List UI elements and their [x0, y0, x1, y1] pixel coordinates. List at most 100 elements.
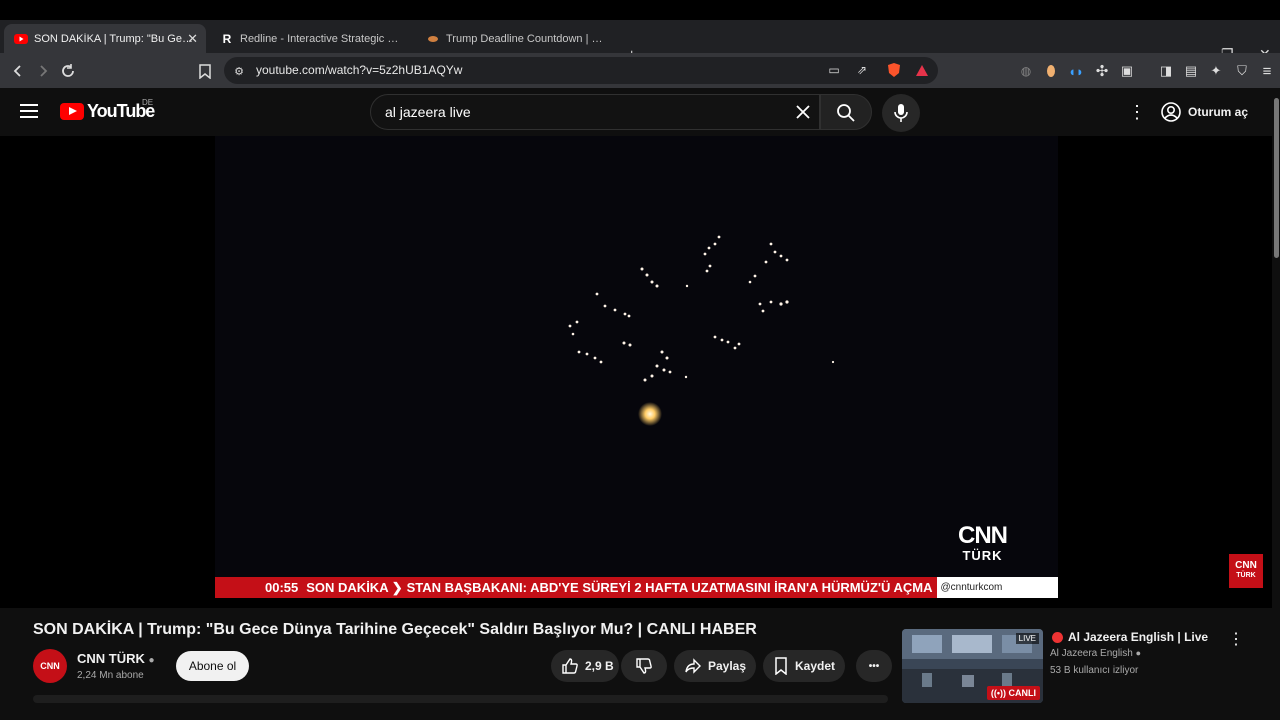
tab-youtube[interactable]: SON DAKİKA | Trump: "Bu Gece Dünya ✕	[4, 24, 206, 53]
channel-name[interactable]: CNN TÜRK ●	[77, 651, 155, 666]
share-page-icon[interactable]: ⇗	[852, 60, 872, 80]
watermark-bottom: TÜRK	[1236, 572, 1256, 579]
channel-avatar[interactable]: CNN	[33, 649, 67, 683]
browser-menu-icon[interactable]: ≡	[1257, 61, 1277, 81]
address-bar[interactable]: ⚙ youtube.com/watch?v=5z2hUB1AQYw ▭ ⇗	[224, 57, 938, 84]
recommended-channel-name: Al Jazeera English	[1050, 648, 1133, 659]
tab-title: Redline - Interactive Strategic Map	[240, 32, 400, 45]
cnn-logo-text: CNN	[958, 522, 1008, 549]
avatar-text: CNN	[40, 661, 60, 671]
search-input[interactable]: al jazeera live	[370, 94, 820, 130]
watermark-top: CNN	[1235, 560, 1257, 571]
settings-more-icon[interactable]: ⋮	[1128, 102, 1146, 123]
screen-top-bar	[0, 0, 1280, 20]
country-code: DE	[142, 98, 154, 107]
ticker-text: STAN BAŞBAKANI: ABD'YE SÜREYİ 2 HAFTA UZ…	[406, 580, 933, 595]
more-actions-icon: •••	[868, 660, 880, 672]
video-title: SON DAKİKA | Trump: "Bu Gece Dünya Tarih…	[33, 621, 757, 638]
turk-logo-text: TÜRK	[962, 548, 1003, 563]
live-indicator-icon	[1052, 632, 1063, 643]
extension-icon-3[interactable]: ◖◗	[1066, 61, 1086, 81]
ticker-time: 00:55	[215, 580, 307, 595]
youtube-logo[interactable]: YouTube DE	[60, 98, 155, 122]
canli-badge: ((•)) CANLI	[986, 686, 1040, 700]
live-badge: LIVE	[1015, 633, 1039, 644]
verified-icon: ●	[1135, 648, 1142, 658]
url-text: youtube.com/watch?v=5z2hUB1AQYw	[256, 63, 463, 77]
brave-shield-icon[interactable]	[884, 60, 904, 80]
vpn-icon[interactable]: ⛉	[1232, 61, 1252, 81]
sidebar-toggle-icon[interactable]: ◨	[1156, 61, 1176, 81]
close-tab-icon[interactable]: ✕	[187, 31, 198, 47]
bookmark-icon[interactable]	[195, 61, 215, 81]
browser-toolbar: ⚙ youtube.com/watch?v=5z2hUB1AQYw ▭ ⇗ ◍ …	[0, 53, 1280, 88]
ticker-handle: @cnnturkcom	[936, 577, 1058, 598]
browser-tab-strip: SON DAKİKA | Trump: "Bu Gece Dünya ✕ R R…	[0, 20, 1280, 64]
like-count: 2,9 B	[585, 659, 614, 673]
tab-title: Trump Deadline Countdown | CENTC	[446, 32, 606, 45]
countdown-icon	[426, 32, 440, 46]
back-icon[interactable]	[8, 61, 28, 81]
recommended-more-icon[interactable]: ⋮	[1228, 629, 1244, 649]
microphone-icon	[894, 104, 908, 122]
youtube-play-icon	[60, 103, 84, 120]
video-player[interactable]: CNN TÜRK 00:55 SON DAKİKA ❯ STAN BAŞBAKA…	[0, 136, 1272, 608]
more-actions-button[interactable]: •••	[856, 650, 892, 682]
menu-icon[interactable]	[20, 104, 38, 118]
save-icon	[775, 657, 787, 675]
subscriber-count: 2,24 Mn abone	[77, 670, 144, 681]
ticker-label: SON DAKİKA ❯	[306, 579, 403, 595]
thumbs-down-icon	[636, 658, 652, 674]
dislike-button[interactable]	[621, 650, 667, 682]
extension-icon-1[interactable]: ◍	[1016, 61, 1036, 81]
scrollbar-thumb[interactable]	[1274, 98, 1279, 258]
extensions-puzzle-icon[interactable]: ✣	[1092, 61, 1112, 81]
subscribe-button[interactable]: Abone ol	[176, 651, 249, 681]
channel-handle-text: @cnnturkcom	[940, 582, 1003, 593]
save-button[interactable]: Kaydet	[763, 650, 845, 682]
search-icon	[837, 104, 855, 122]
voice-search-button[interactable]	[882, 94, 920, 132]
forward-icon[interactable]	[33, 61, 53, 81]
clear-search-icon[interactable]	[791, 100, 815, 130]
extension-icon-4[interactable]: ▣	[1117, 61, 1137, 81]
tab-redline[interactable]: R Redline - Interactive Strategic Map	[210, 24, 410, 53]
redline-icon: R	[222, 31, 232, 46]
subscribe-label: Abone ol	[188, 659, 237, 673]
reload-icon[interactable]	[58, 61, 78, 81]
sign-in-label: Oturum aç	[1188, 105, 1249, 119]
like-button[interactable]: 2,9 B	[551, 650, 619, 682]
channel-watermark: CNN TÜRK	[1229, 554, 1263, 588]
save-label: Kaydet	[795, 659, 836, 673]
site-settings-icon[interactable]: ⚙	[229, 61, 249, 81]
share-icon	[685, 658, 701, 674]
search-button[interactable]	[820, 94, 872, 130]
youtube-header: YouTube DE al jazeera live ⋮ Oturum aç	[0, 88, 1280, 136]
video-frame[interactable]: CNN TÜRK	[215, 136, 1058, 598]
share-button[interactable]: Paylaş	[674, 650, 756, 682]
description-box[interactable]	[33, 695, 888, 703]
channel-name-text: CNN TÜRK	[77, 651, 145, 666]
thumbs-up-icon	[562, 658, 578, 674]
leo-ai-icon[interactable]: ✦	[1206, 61, 1226, 81]
news-ticker: 00:55 SON DAKİKA ❯ STAN BAŞBAKANI: ABD'Y…	[215, 577, 1058, 598]
night-sky-lights-image	[568, 235, 835, 426]
cnn-turk-logo: CNN TÜRK	[958, 522, 1008, 564]
tab-title: SON DAKİKA | Trump: "Bu Gece Dünya	[34, 32, 196, 45]
cast-icon[interactable]: ▭	[824, 60, 844, 80]
wallet-icon[interactable]: ▤	[1181, 61, 1201, 81]
account-icon	[1161, 102, 1181, 122]
recommended-video-title[interactable]: Al Jazeera English | Live	[1068, 630, 1208, 644]
extension-icon-2[interactable]	[1041, 61, 1061, 81]
recommended-channel[interactable]: Al Jazeera English ●	[1050, 648, 1141, 659]
youtube-icon	[14, 32, 28, 46]
search-query: al jazeera live	[385, 104, 471, 120]
sign-in-button[interactable]: Oturum aç	[1160, 96, 1248, 128]
page-scrollbar[interactable]	[1272, 88, 1280, 720]
share-label: Paylaş	[708, 659, 747, 673]
tab-countdown[interactable]: Trump Deadline Countdown | CENTC	[416, 24, 616, 53]
recommended-video-thumbnail[interactable]: LIVE ((•)) CANLI	[902, 629, 1043, 703]
verified-icon: ●	[148, 655, 155, 666]
recommended-viewers: 53 B kullanıcı izliyor	[1050, 665, 1139, 676]
brave-rewards-icon[interactable]	[912, 60, 932, 80]
